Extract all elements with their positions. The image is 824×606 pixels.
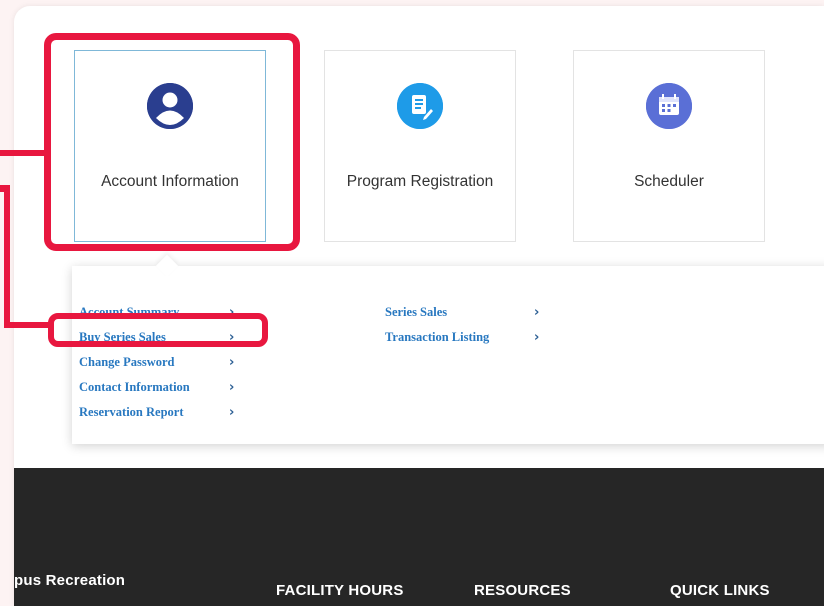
chevron-right-icon: › xyxy=(229,355,235,370)
calendar-icon xyxy=(646,83,692,129)
footer-facility-hours[interactable]: FACILITY HOURS xyxy=(276,582,404,599)
account-submenu: Account Summary › Buy Series Sales › Cha… xyxy=(72,266,824,444)
tile-program-registration[interactable]: Program Registration xyxy=(324,50,516,242)
footer-brand: pus Recreation xyxy=(14,572,126,589)
highlight-account-information xyxy=(44,33,300,251)
menu-item-label: Reservation Report xyxy=(79,405,184,419)
footer-quick-links[interactable]: QUICK LINKS xyxy=(670,582,770,599)
menu-item-label: Series Sales xyxy=(385,305,448,319)
menu-item-label: Contact Information xyxy=(79,380,190,394)
submenu-right-column: Series Sales › Transaction Listing › xyxy=(385,300,545,350)
menu-item-series-sales[interactable]: Series Sales › xyxy=(385,300,545,325)
highlight-buy-series-sales xyxy=(48,313,268,347)
tile-label: Program Registration xyxy=(346,173,494,190)
chevron-right-icon: › xyxy=(534,330,540,345)
annotation-connector xyxy=(4,185,10,328)
annotation-connector xyxy=(4,322,50,328)
site-footer: pus Recreation FACILITY HOURS RESOURCES … xyxy=(14,468,824,606)
annotation-connector xyxy=(0,150,47,156)
document-edit-icon xyxy=(397,83,443,129)
menu-item-label: Change Password xyxy=(79,355,175,369)
footer-resources[interactable]: RESOURCES xyxy=(474,582,571,599)
chevron-right-icon: › xyxy=(229,405,235,420)
tile-scheduler[interactable]: Scheduler xyxy=(573,50,765,242)
chevron-right-icon: › xyxy=(534,305,540,320)
menu-item-transaction-listing[interactable]: Transaction Listing › xyxy=(385,325,545,350)
tile-label: Scheduler xyxy=(634,173,704,190)
chevron-right-icon: › xyxy=(229,380,235,395)
menu-item-contact-information[interactable]: Contact Information › xyxy=(79,375,239,400)
menu-item-change-password[interactable]: Change Password › xyxy=(79,350,239,375)
menu-item-label: Transaction Listing xyxy=(385,330,490,344)
menu-item-reservation-report[interactable]: Reservation Report › xyxy=(79,400,239,425)
